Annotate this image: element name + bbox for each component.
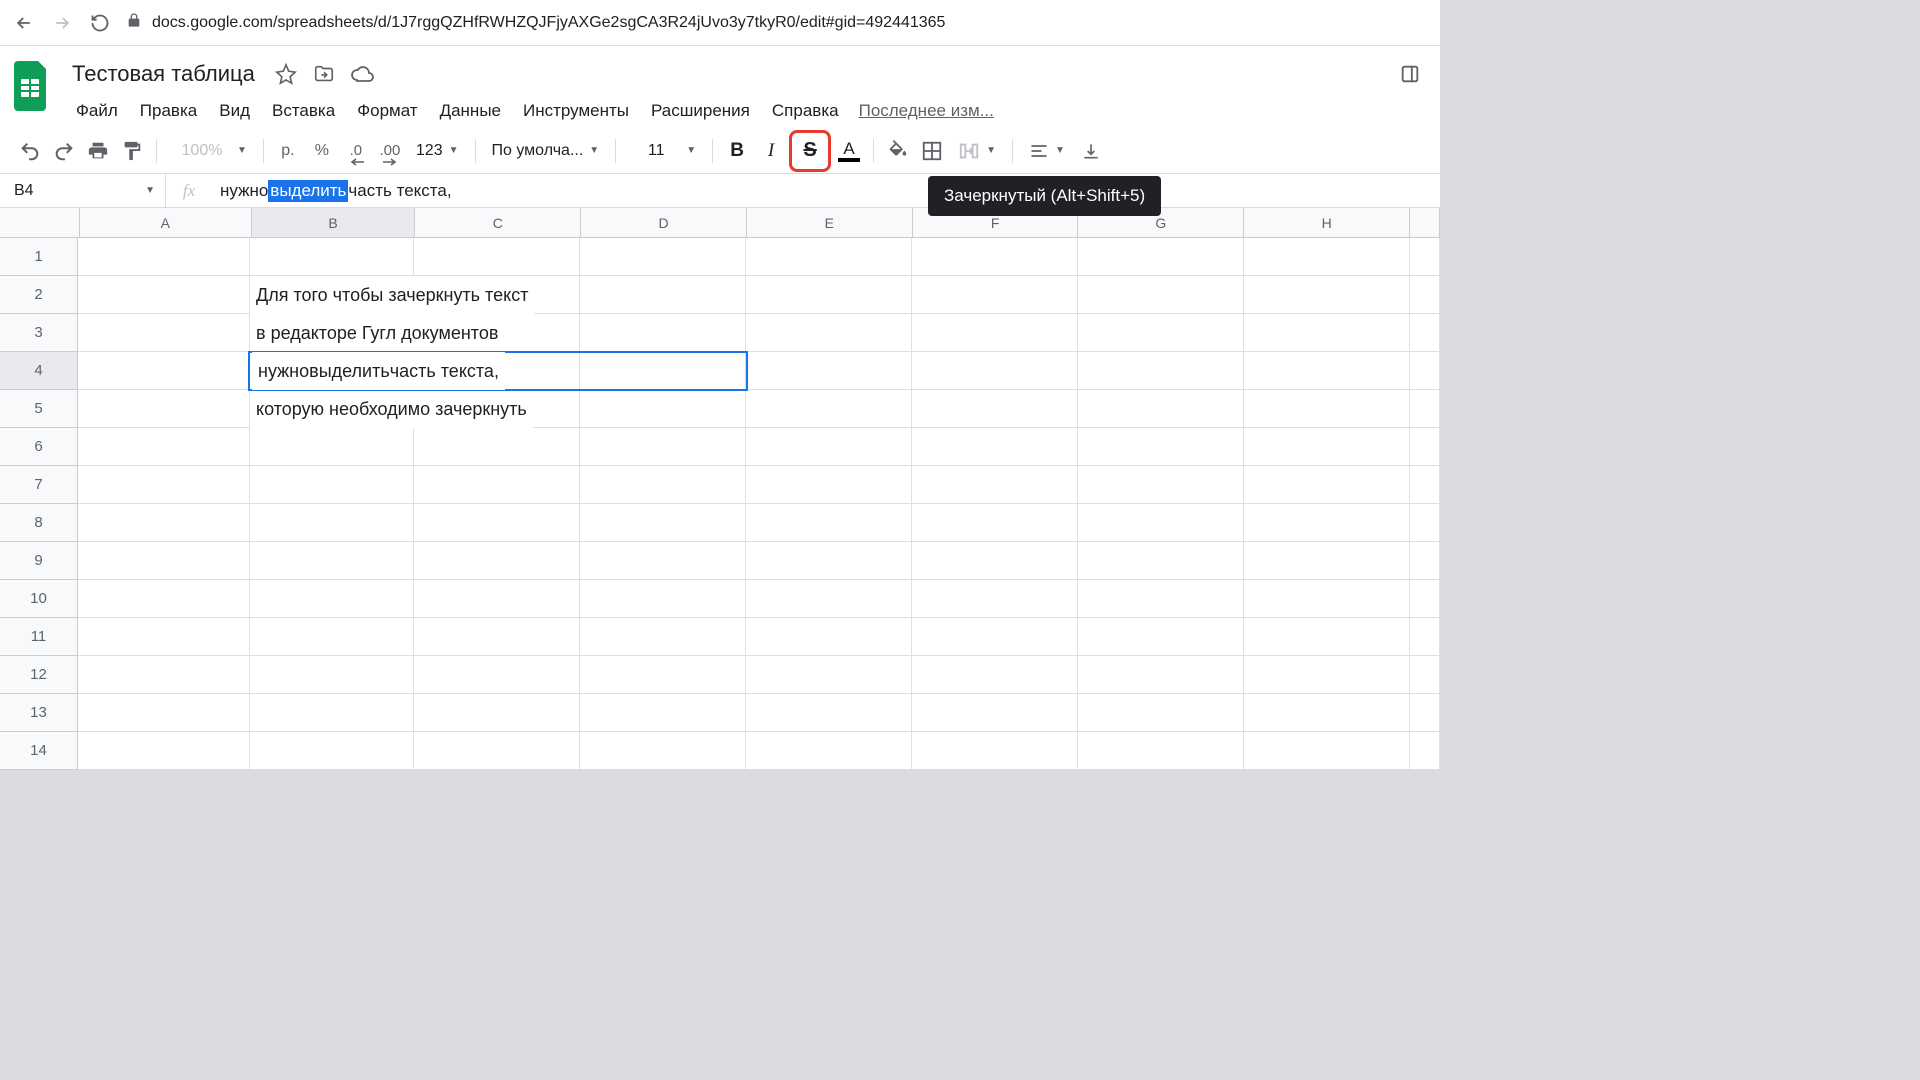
menu-insert[interactable]: Вставка (262, 97, 345, 125)
cloud-status-icon[interactable] (349, 61, 375, 87)
chevron-down-icon: ▼ (589, 145, 599, 156)
column-header-extra[interactable] (1410, 208, 1440, 237)
chevron-down-icon: ▼ (145, 185, 155, 196)
increase-decimal-button[interactable]: .00 (374, 135, 406, 167)
decrease-decimal-button[interactable]: .0 (340, 135, 372, 167)
row-headers: 1 2 3 4 5 6 7 8 9 10 11 12 13 14 (0, 238, 78, 770)
star-icon[interactable] (273, 61, 299, 87)
cell-b5-text: которую необходимо зачеркнуть (250, 390, 533, 428)
menu-view[interactable]: Вид (209, 97, 260, 125)
app: Тестовая таблица Файл Правка Вид Вставка… (0, 46, 1440, 770)
paint-format-button[interactable] (116, 135, 148, 167)
font-name: По умолча... (492, 142, 584, 160)
menu-extensions[interactable]: Расширения (641, 97, 760, 125)
zoom-value: 100% (173, 142, 231, 160)
cells-area[interactable]: Для того чтобы зачеркнуть текст в редакт… (78, 238, 1440, 770)
column-header-a[interactable]: A (80, 208, 252, 237)
strikethrough-tooltip: Зачеркнутый (Alt+Shift+5) (928, 176, 1161, 216)
sheets-logo[interactable] (10, 54, 54, 114)
strikethrough-button-highlight: S (789, 130, 831, 172)
spreadsheet-grid: A B C D E F G H 1 2 3 4 5 6 7 8 9 10 11 (0, 208, 1440, 770)
chevron-down-icon: ▼ (237, 145, 247, 156)
url-bar[interactable]: docs.google.com/spreadsheets/d/1J7rggQZH… (126, 12, 1428, 33)
url-text: docs.google.com/spreadsheets/d/1J7rggQZH… (152, 14, 945, 32)
chevron-down-icon: ▼ (1055, 145, 1065, 156)
chevron-down-icon: ▼ (986, 145, 996, 156)
merge-cells-button[interactable]: ▼ (950, 135, 1004, 167)
row-header-12[interactable]: 12 (0, 656, 78, 694)
menu-format[interactable]: Формат (347, 97, 427, 125)
column-header-h[interactable]: H (1244, 208, 1410, 237)
column-header-e[interactable]: E (747, 208, 913, 237)
cell-b2-text: Для того чтобы зачеркнуть текст (250, 276, 534, 314)
cell-b4-text: нужно выделить часть текста, (252, 352, 505, 390)
text-color-button[interactable]: A (833, 135, 865, 167)
format-currency-button[interactable]: р. (272, 135, 304, 167)
browser-chrome: docs.google.com/spreadsheets/d/1J7rggQZH… (0, 0, 1440, 46)
menu-file[interactable]: Файл (66, 97, 128, 125)
menu-bar: Файл Правка Вид Вставка Формат Данные Ин… (66, 94, 1384, 128)
horizontal-align-button[interactable]: ▼ (1021, 135, 1073, 167)
print-button[interactable] (82, 135, 114, 167)
row-header-10[interactable]: 10 (0, 580, 78, 618)
select-all-corner[interactable] (0, 208, 80, 237)
menu-tools[interactable]: Инструменты (513, 97, 639, 125)
row-header-2[interactable]: 2 (0, 276, 78, 314)
formula-selection: выделить (268, 180, 348, 202)
borders-button[interactable] (916, 135, 948, 167)
row-header-8[interactable]: 8 (0, 504, 78, 542)
chevron-down-icon: ▼ (449, 145, 459, 156)
move-icon[interactable] (311, 61, 337, 87)
name-box[interactable]: B4 ▼ (0, 174, 166, 207)
menu-edit[interactable]: Правка (130, 97, 207, 125)
italic-button[interactable]: I (755, 135, 787, 167)
toolbar: 100% ▼ р. % .0 .00 123 ▼ По умолча... ▼ … (0, 128, 1440, 174)
column-header-c[interactable]: C (415, 208, 581, 237)
row-header-13[interactable]: 13 (0, 694, 78, 732)
row-header-7[interactable]: 7 (0, 466, 78, 504)
vertical-align-button[interactable] (1075, 135, 1107, 167)
bold-button[interactable]: B (721, 135, 753, 167)
fx-icon: fx (166, 181, 212, 201)
doc-meta: Тестовая таблица Файл Правка Вид Вставка… (66, 54, 1384, 128)
formula-input[interactable]: нужно выделить часть текста, (212, 180, 1440, 202)
strikethrough-button[interactable]: S (794, 135, 826, 167)
redo-button[interactable] (48, 135, 80, 167)
font-size-select[interactable]: 11 ▼ (624, 135, 704, 167)
back-button[interactable] (12, 11, 36, 35)
undo-button[interactable] (14, 135, 46, 167)
row-header-9[interactable]: 9 (0, 542, 78, 580)
menu-help[interactable]: Справка (762, 97, 849, 125)
reload-button[interactable] (88, 11, 112, 35)
row-header-11[interactable]: 11 (0, 618, 78, 656)
font-family-select[interactable]: По умолча... ▼ (484, 135, 608, 167)
font-size-value: 11 (632, 142, 680, 160)
row-header-6[interactable]: 6 (0, 428, 78, 466)
cell-reference: B4 (14, 182, 34, 200)
doc-title[interactable]: Тестовая таблица (66, 59, 261, 89)
format-percent-button[interactable]: % (306, 135, 338, 167)
cell-b3-text: в редакторе Гугл документов (250, 314, 504, 352)
doc-header: Тестовая таблица Файл Правка Вид Вставка… (0, 46, 1440, 128)
more-formats-button[interactable]: 123 ▼ (408, 135, 467, 167)
zoom-select[interactable]: 100% ▼ (165, 135, 255, 167)
column-header-b[interactable]: B (252, 208, 416, 237)
chevron-down-icon: ▼ (686, 145, 696, 156)
last-edit-link[interactable]: Последнее изм... (851, 97, 1002, 125)
column-headers: A B C D E F G H (0, 208, 1440, 238)
lock-icon (126, 12, 142, 33)
side-panel-toggle-icon[interactable] (1396, 54, 1424, 94)
row-header-4[interactable]: 4 (0, 352, 78, 390)
forward-button[interactable] (50, 11, 74, 35)
fill-color-button[interactable] (882, 135, 914, 167)
row-header-5[interactable]: 5 (0, 390, 78, 428)
row-header-3[interactable]: 3 (0, 314, 78, 352)
row-header-1[interactable]: 1 (0, 238, 78, 276)
row-header-14[interactable]: 14 (0, 732, 78, 770)
column-header-d[interactable]: D (581, 208, 747, 237)
formula-bar: B4 ▼ fx нужно выделить часть текста, (0, 174, 1440, 208)
menu-data[interactable]: Данные (430, 97, 511, 125)
